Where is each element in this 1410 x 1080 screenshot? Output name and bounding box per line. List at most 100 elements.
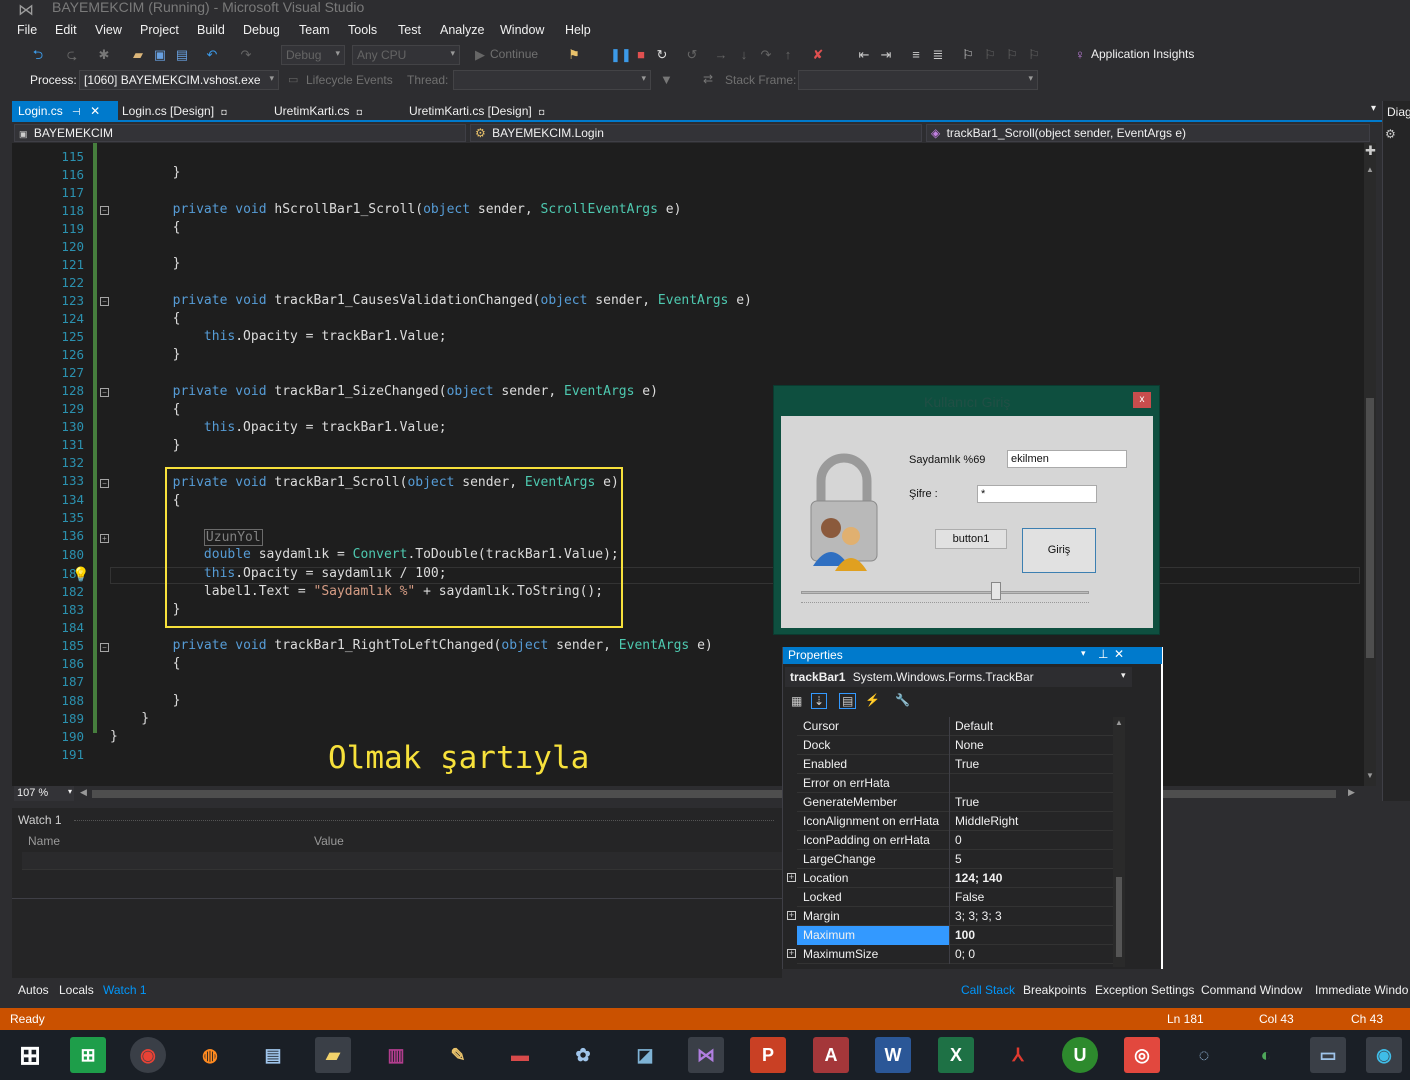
member-combo[interactable]: ◈ trackBar1_Scroll(object sender, EventA… — [926, 124, 1370, 142]
paint-icon[interactable]: ✿ — [565, 1037, 601, 1073]
scroll-thumb[interactable] — [1366, 398, 1374, 658]
categorized-icon[interactable]: ▦ — [791, 694, 802, 708]
alphabetical-icon[interactable]: ⇣ — [811, 693, 828, 709]
expand-icon[interactable]: + — [787, 873, 796, 882]
property-value[interactable]: Default — [955, 719, 993, 733]
property-value[interactable]: 5 — [955, 852, 962, 866]
outdent-icon[interactable]: ⇤ — [856, 47, 872, 63]
property-row[interactable]: IconAlignment on errHata MiddleRight — [797, 812, 1113, 831]
zoom-combo[interactable]: 107 % ▾ — [14, 786, 74, 801]
platform-combo[interactable]: Any CPU ▾ — [352, 45, 460, 65]
process-combo[interactable]: [1060] BAYEMEKCIM.vshost.exe ▾ — [79, 70, 279, 90]
config-combo[interactable]: Debug ▾ — [281, 45, 345, 65]
thread-combo[interactable]: ▾ — [453, 70, 651, 90]
scroll-thumb[interactable] — [1116, 877, 1122, 957]
property-row[interactable]: Dock None — [797, 736, 1113, 755]
stop-icon[interactable]: ■ — [633, 47, 649, 63]
expand-icon[interactable]: + — [787, 949, 796, 958]
stack-frame-combo[interactable]: ▾ — [798, 70, 1038, 90]
back-icon[interactable]: ⮌ — [30, 47, 46, 63]
property-row[interactable]: + MaximumSize 0; 0 — [787, 945, 1113, 964]
collapse-icon[interactable]: − — [100, 479, 109, 488]
property-value[interactable]: 100 — [955, 928, 975, 942]
undo-icon[interactable]: ↶ — [204, 47, 220, 63]
property-value[interactable]: True — [955, 795, 979, 809]
project-combo[interactable]: ▣ BAYEMEKCIM — [14, 124, 466, 142]
collapse-icon[interactable]: − — [100, 388, 109, 397]
access-icon[interactable]: A — [813, 1037, 849, 1073]
tab-login-cs[interactable]: Login.cs ⊣ ✕ — [12, 101, 118, 120]
indent-icon[interactable]: ⇥ — [878, 47, 894, 63]
save-icon[interactable]: ▣ — [152, 47, 168, 63]
tools-icon[interactable]: ✎ — [440, 1037, 476, 1073]
menu-tools[interactable]: Tools — [348, 23, 377, 37]
property-row[interactable]: GenerateMember True — [797, 793, 1113, 812]
password-textbox[interactable]: * — [977, 485, 1097, 503]
property-row[interactable]: IconPadding on errHata 0 — [797, 831, 1113, 850]
menu-debug[interactable]: Debug — [243, 23, 280, 37]
visual-studio-icon[interactable]: ⋈ — [688, 1037, 724, 1073]
camera-icon[interactable]: ◉ — [1366, 1037, 1402, 1073]
powerpoint-icon[interactable]: P — [750, 1037, 786, 1073]
scroll-up-icon[interactable]: ▲ — [1366, 165, 1374, 174]
tab-call-stack[interactable]: Call Stack — [961, 983, 1015, 997]
scroll-down-icon[interactable]: ▼ — [1366, 771, 1374, 780]
close-icon[interactable]: ✕ — [1114, 647, 1124, 661]
save-all-icon[interactable]: ▤ — [174, 47, 190, 63]
scroll-left-icon[interactable]: ◀ — [80, 787, 87, 798]
filter-icon[interactable]: ▼ — [660, 72, 673, 87]
property-value[interactable]: 0 — [955, 833, 962, 847]
tab-exception-settings[interactable]: Exception Settings — [1095, 983, 1194, 997]
pin-icon[interactable]: ⊥ — [1098, 647, 1108, 661]
toolbox-icon[interactable]: ▬ — [502, 1037, 538, 1073]
form-close-button[interactable]: x — [1133, 392, 1151, 408]
menu-window[interactable]: Window — [500, 23, 544, 37]
events-icon[interactable]: ⚡ — [865, 693, 880, 707]
menu-test[interactable]: Test — [398, 23, 421, 37]
tab-locals[interactable]: Locals — [59, 983, 94, 997]
collapse-icon[interactable]: − — [100, 206, 109, 215]
property-row[interactable]: Cursor Default — [797, 717, 1113, 736]
excel-icon[interactable]: X — [938, 1037, 974, 1073]
menu-help[interactable]: Help — [565, 23, 591, 37]
tab-watch1[interactable]: Watch 1 — [103, 983, 147, 997]
firefox-icon[interactable]: ◍ — [192, 1037, 228, 1073]
comment-icon[interactable]: ≡ — [908, 47, 924, 63]
pin-icon[interactable]: ⊣ — [72, 107, 81, 118]
property-row[interactable]: Enabled True — [797, 755, 1113, 774]
trackbar-thumb[interactable] — [991, 582, 1001, 600]
lightbulb-icon[interactable]: 💡 — [72, 566, 89, 583]
menu-file[interactable]: File — [17, 23, 37, 37]
open-icon[interactable]: ▰ — [130, 47, 146, 63]
diagnostic-tab-label[interactable]: Diag — [1387, 105, 1410, 119]
menu-project[interactable]: Project — [140, 23, 179, 37]
scroll-up-icon[interactable]: ▲ — [1115, 718, 1123, 727]
notepad-icon[interactable]: ◪ — [627, 1037, 663, 1073]
exceptions-icon[interactable]: ✘ — [810, 47, 826, 63]
uncomment-icon[interactable]: ≣ — [930, 47, 946, 63]
tab-command-window[interactable]: Command Window — [1201, 983, 1302, 997]
property-value[interactable]: None — [955, 738, 984, 752]
chrome-icon[interactable]: ◉ — [130, 1037, 166, 1073]
file-explorer-icon[interactable]: ▰ — [315, 1037, 351, 1073]
tab-breakpoints[interactable]: Breakpoints — [1023, 983, 1086, 997]
property-row[interactable]: Locked False — [797, 888, 1113, 907]
property-value[interactable]: True — [955, 757, 979, 771]
property-value[interactable]: False — [955, 890, 984, 904]
store-icon[interactable]: ⊞ — [70, 1037, 106, 1073]
props-scrollbar[interactable]: ▲ — [1113, 717, 1125, 967]
expand-icon[interactable]: + — [787, 911, 796, 920]
tab-uretimkarti-cs[interactable]: UretimKarti.cs ◘ — [268, 101, 368, 120]
property-pages-icon[interactable]: 🔧 — [895, 693, 910, 707]
property-row[interactable]: Error on errHata — [797, 774, 1113, 793]
login-button[interactable]: Giriş — [1022, 528, 1096, 573]
settings-icon[interactable]: ⚙ — [1385, 127, 1396, 141]
menu-build[interactable]: Build — [197, 23, 225, 37]
menu-edit[interactable]: Edit — [55, 23, 77, 37]
redo-icon[interactable]: ↷ — [238, 47, 254, 63]
properties-icon[interactable]: ▤ — [839, 693, 857, 709]
forward-icon[interactable]: ⮎ — [64, 47, 80, 63]
editor-scrollbar[interactable]: ✚ ▲ ▼ — [1364, 143, 1376, 786]
split-icon[interactable]: ✚ — [1365, 143, 1376, 159]
scroll-right-icon[interactable]: ▶ — [1348, 787, 1355, 798]
